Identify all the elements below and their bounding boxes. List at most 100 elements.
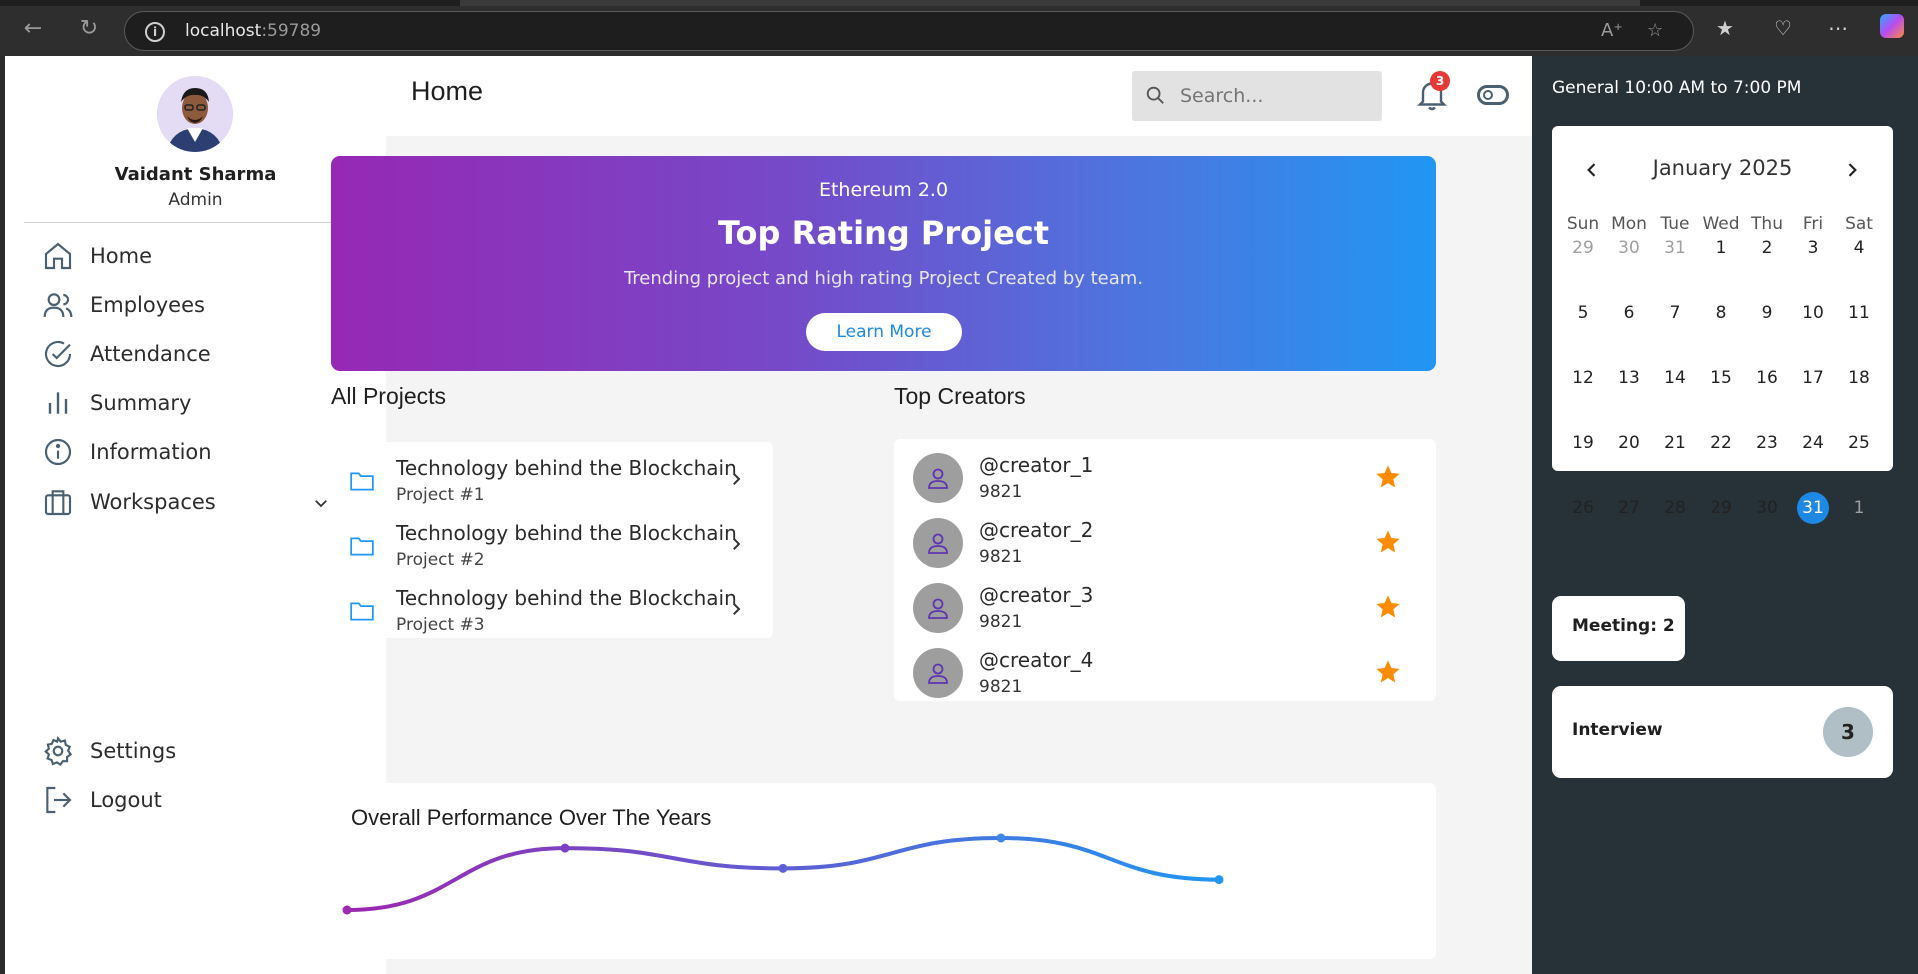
calendar-day[interactable]: 27: [1606, 492, 1652, 524]
project-number: Project #1: [396, 485, 485, 505]
calendar-day-number: 11: [1848, 303, 1870, 323]
calendar-day[interactable]: 30: [1606, 232, 1652, 264]
calendar-day[interactable]: 6: [1606, 297, 1652, 329]
performance-point[interactable]: [560, 843, 570, 853]
calendar-day-number: 12: [1572, 368, 1594, 388]
address-bar[interactable]: i localhost:59789 A⁺ ☆: [124, 11, 1694, 51]
url-text[interactable]: localhost:59789: [185, 21, 321, 41]
sidebar-divider: [24, 222, 367, 223]
calendar-day[interactable]: 16: [1744, 362, 1790, 394]
favorites-icon[interactable]: ★: [1716, 16, 1734, 40]
calendar-day-number: 29: [1572, 238, 1594, 258]
favorite-star-icon[interactable]: ☆: [1647, 20, 1663, 41]
calendar-day[interactable]: 31: [1652, 232, 1698, 264]
creator-handle: @creator_1: [979, 453, 1094, 477]
calendar-day[interactable]: 8: [1698, 297, 1744, 329]
weekday-label: Wed: [1702, 214, 1740, 234]
more-menu-icon[interactable]: ⋯: [1828, 16, 1848, 40]
chevron-right-icon[interactable]: [727, 470, 745, 488]
sidebar-item-attendance[interactable]: Attendance: [42, 334, 342, 374]
calendar-day[interactable]: 3: [1790, 232, 1836, 264]
calendar-day[interactable]: 2: [1744, 232, 1790, 264]
page-title: Home: [411, 76, 484, 106]
performance-point[interactable]: [778, 863, 788, 873]
calendar-day[interactable]: 28: [1652, 492, 1698, 524]
calendar-day[interactable]: 7: [1652, 297, 1698, 329]
calendar-day[interactable]: 22: [1698, 427, 1744, 459]
sidebar-item-logout[interactable]: Logout: [42, 780, 342, 820]
performance-point[interactable]: [342, 905, 352, 915]
reload-icon[interactable]: ↻: [74, 14, 104, 44]
browser-toolbar: ← ↻ i localhost:59789 A⁺ ☆ ★ ♡ ⋯: [0, 0, 1918, 56]
interview-card[interactable]: Interview 3: [1552, 686, 1893, 778]
search-box[interactable]: [1132, 71, 1382, 121]
sidebar-item-label: Settings: [90, 739, 177, 763]
creator-avatar: [913, 518, 963, 568]
url-port: :59789: [261, 21, 322, 41]
project-name: Technology behind the Blockchain: [396, 521, 737, 545]
sidebar-item-home[interactable]: Home: [42, 236, 342, 276]
calendar-day-number: 5: [1577, 303, 1589, 323]
user-icon: [928, 663, 948, 684]
calendar-day[interactable]: 24: [1790, 427, 1836, 459]
list-item[interactable]: Technology behind the Blockchain Project…: [331, 572, 773, 652]
list-item[interactable]: @creator_4 9821: [894, 634, 1436, 714]
calendar-day[interactable]: 1: [1698, 232, 1744, 264]
weekday-label: Mon: [1611, 214, 1647, 234]
sidebar-item-workspaces[interactable]: Workspaces: [42, 482, 342, 522]
sidebar-item-summary[interactable]: Summary: [42, 383, 342, 423]
active-tab[interactable]: [460, 0, 1640, 6]
theme-toggle[interactable]: [1477, 85, 1509, 105]
calendar-day[interactable]: 13: [1606, 362, 1652, 394]
calendar-day[interactable]: 10: [1790, 297, 1836, 329]
read-aloud-icon[interactable]: A⁺: [1601, 20, 1623, 41]
calendar-day[interactable]: 30: [1744, 492, 1790, 524]
learn-more-button[interactable]: Learn More: [806, 313, 962, 351]
calendar-day[interactable]: 17: [1790, 362, 1836, 394]
calendar-day[interactable]: 18: [1836, 362, 1882, 394]
check-circle-icon: [44, 340, 72, 368]
calendar-day[interactable]: 21: [1652, 427, 1698, 459]
sidebar-item-employees[interactable]: Employees: [42, 285, 342, 325]
chevron-right-icon[interactable]: [1842, 160, 1862, 180]
performance-point[interactable]: [996, 833, 1006, 843]
sidebar-item-settings[interactable]: Settings: [42, 731, 342, 771]
calendar-day[interactable]: 14: [1652, 362, 1698, 394]
calendar-day[interactable]: 12: [1560, 362, 1606, 394]
calendar-day[interactable]: 20: [1606, 427, 1652, 459]
calendar-day[interactable]: 4: [1836, 232, 1882, 264]
hero-subtitle: Ethereum 2.0: [818, 179, 949, 201]
calendar-day-number: 4: [1853, 238, 1865, 258]
avatar[interactable]: [157, 76, 233, 152]
calendar-day[interactable]: 29: [1560, 232, 1606, 264]
calendar-day[interactable]: 19: [1560, 427, 1606, 459]
calendar-day-selected[interactable]: 31: [1790, 492, 1836, 524]
site-info-icon[interactable]: i: [145, 22, 165, 42]
chevron-right-icon[interactable]: [727, 600, 745, 618]
health-icon[interactable]: ♡: [1774, 16, 1792, 40]
creator-score: 9821: [979, 677, 1023, 697]
search-icon: [1146, 86, 1164, 104]
calendar-day[interactable]: 15: [1698, 362, 1744, 394]
calendar-day[interactable]: 5: [1560, 297, 1606, 329]
sidebar-item-label: Employees: [90, 293, 205, 317]
weekday-label: Sun: [1566, 214, 1600, 234]
calendar-day[interactable]: 26: [1560, 492, 1606, 524]
calendar-day[interactable]: 23: [1744, 427, 1790, 459]
calendar-day[interactable]: 25: [1836, 427, 1882, 459]
copilot-icon[interactable]: [1880, 14, 1904, 38]
calendar-day[interactable]: 1: [1836, 492, 1882, 524]
performance-point[interactable]: [1214, 875, 1224, 885]
back-icon[interactable]: ←: [18, 14, 48, 44]
calendar-day[interactable]: 29: [1698, 492, 1744, 524]
tab-strip: [0, 0, 1918, 6]
calendar-day[interactable]: 9: [1744, 297, 1790, 329]
chevron-right-icon[interactable]: [727, 535, 745, 553]
search-input[interactable]: [1180, 82, 1370, 110]
url-host: localhost: [185, 21, 262, 41]
calendar-day-number: 15: [1710, 368, 1732, 388]
sidebar-item-information[interactable]: Information: [42, 432, 342, 472]
chevron-down-icon[interactable]: [312, 494, 330, 512]
calendar-day[interactable]: 11: [1836, 297, 1882, 329]
meeting-card[interactable]: Meeting: 2: [1552, 596, 1685, 661]
